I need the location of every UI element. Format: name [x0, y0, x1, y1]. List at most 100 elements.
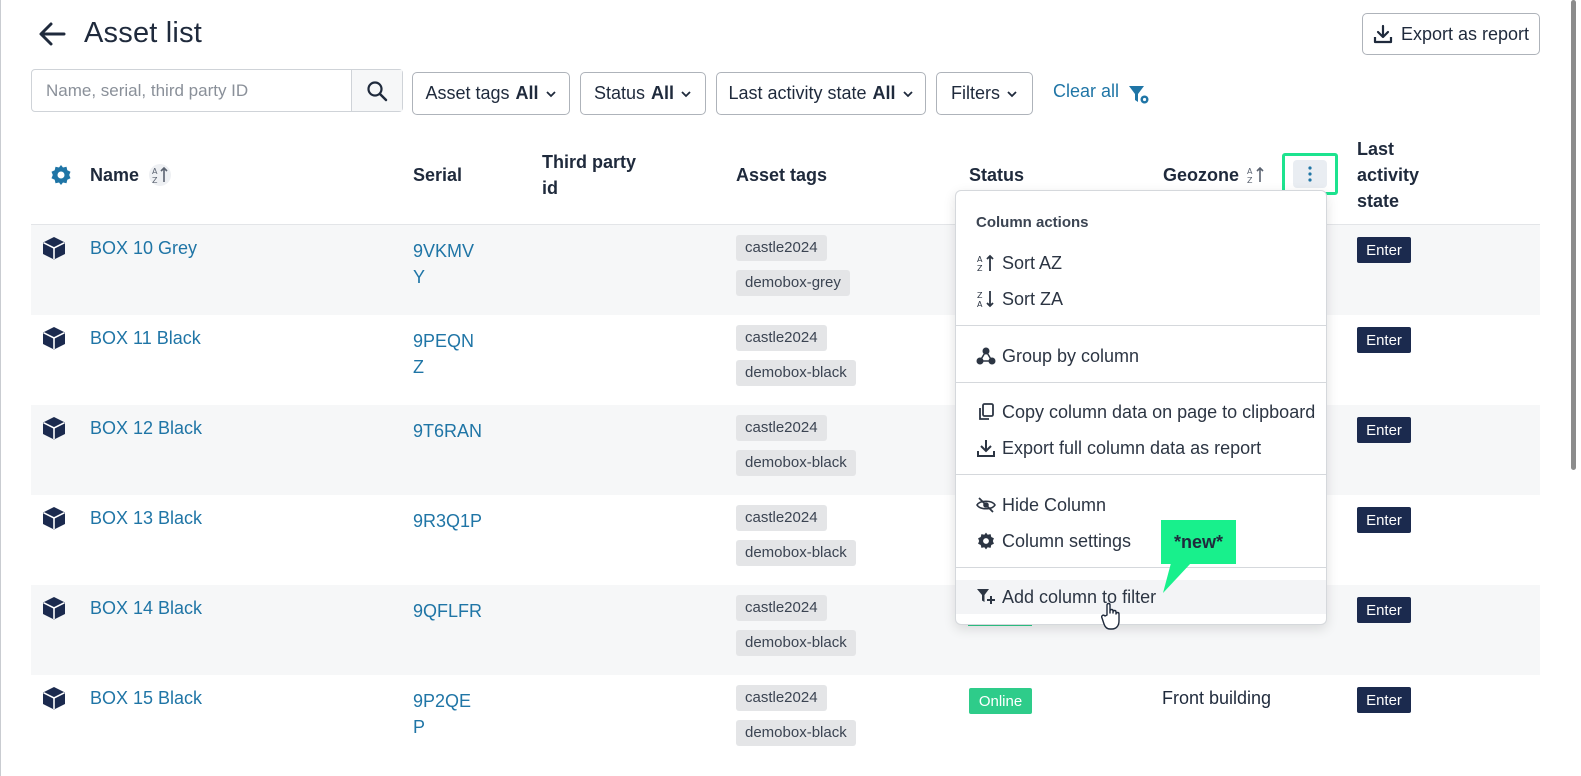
box-asset-icon [43, 687, 65, 710]
kebab-menu-icon [1308, 166, 1312, 182]
chevron-down-icon [545, 90, 556, 97]
column-header-name[interactable]: Name [90, 162, 139, 188]
gear-icon [978, 532, 994, 550]
asset-name-link[interactable]: BOX 15 Black [90, 688, 202, 709]
sort-az-icon: A Z [977, 254, 994, 273]
copy-column-menu-item[interactable]: Copy column data on page to clipboard [976, 398, 1315, 426]
export-report-button[interactable]: Export as report [1362, 13, 1540, 55]
asset-tag: castle2024 [736, 595, 827, 621]
svg-text:A: A [977, 255, 983, 264]
asset-name-link[interactable]: BOX 12 Black [90, 418, 202, 439]
last-activity-filter[interactable]: Last activity state All [716, 72, 926, 115]
search-input[interactable] [32, 70, 351, 111]
status-filter-label: Status [593, 83, 645, 103]
column-menu-button[interactable] [1282, 153, 1338, 195]
column-actions-heading: Column actions [976, 214, 1089, 231]
box-asset-icon [43, 417, 65, 440]
asset-tag: castle2024 [736, 505, 827, 531]
asset-name-link[interactable]: BOX 14 Black [90, 598, 202, 619]
menu-divider [956, 567, 1326, 568]
sort-za-menu-item[interactable]: Z A Sort ZA [976, 285, 1063, 313]
sort-za-icon: Z A [977, 291, 994, 309]
column-header-status[interactable]: Status [969, 162, 1024, 188]
column-header-third-party-id[interactable]: Third party id [542, 149, 636, 201]
copy-column-label: Copy column data on page to clipboard [1002, 401, 1316, 422]
enter-button[interactable]: Enter [1357, 327, 1411, 353]
vertical-scrollbar[interactable] [1567, 0, 1581, 776]
asset-serial[interactable]: 9VKMVY [413, 238, 483, 290]
enter-button[interactable]: Enter [1357, 597, 1411, 623]
asset-tag: castle2024 [736, 415, 827, 441]
hide-column-menu-item[interactable]: Hide Column [976, 491, 1106, 519]
menu-divider [956, 474, 1326, 475]
add-to-filter-label: Add column to filter [1002, 586, 1157, 607]
column-header-serial[interactable]: Serial [413, 162, 462, 188]
group-by-menu-item[interactable]: Group by column [976, 342, 1139, 370]
filter-settings-icon[interactable] [1127, 83, 1151, 107]
new-feature-callout: *new* [1161, 520, 1236, 564]
menu-divider [956, 325, 1326, 326]
last-activity-filter-value: All [872, 83, 896, 103]
box-asset-icon [43, 507, 65, 530]
search-button[interactable] [351, 70, 402, 111]
asset-tags-filter[interactable]: Asset tags All [412, 72, 570, 115]
table-row[interactable]: BOX 15 Black 9P2QEP castle2024 demobox-b… [31, 675, 1540, 765]
asset-tag: castle2024 [736, 325, 827, 351]
column-header-last-activity-line1: Last [1357, 139, 1395, 159]
more-filters-button[interactable]: Filters [936, 72, 1033, 115]
back-arrow-icon[interactable] [36, 19, 68, 49]
box-asset-icon [43, 327, 65, 350]
geozone-value: Front building [1162, 688, 1272, 708]
asset-serial[interactable]: 9R3Q1P [413, 508, 483, 534]
enter-button[interactable]: Enter [1357, 237, 1411, 263]
asset-serial[interactable]: 9P2QEP [413, 688, 483, 740]
asset-name-link[interactable]: BOX 13 Black [90, 508, 202, 529]
export-column-menu-item[interactable]: Export full column data as report [976, 434, 1261, 462]
callout-pointer [1163, 563, 1191, 593]
asset-tag: demobox-black [736, 450, 856, 476]
box-asset-icon [43, 237, 65, 260]
asset-serial[interactable]: 9PEQNZ [413, 328, 483, 380]
chevron-down-icon [902, 90, 913, 97]
asset-serial[interactable]: 9T6RAN [413, 418, 483, 444]
more-filters-label: Filters [951, 83, 1000, 103]
column-settings-menu-item[interactable]: Column settings [976, 527, 1131, 555]
status-filter[interactable]: Status All [580, 72, 706, 115]
column-header-third-party-line2: id [542, 178, 558, 198]
asset-tag: castle2024 [736, 235, 827, 261]
status-filter-value: All [651, 83, 675, 103]
export-column-label: Export full column data as report [1002, 437, 1262, 458]
svg-text:Z: Z [977, 264, 983, 273]
column-settings-gear-icon[interactable] [49, 163, 73, 187]
enter-button[interactable]: Enter [1357, 417, 1411, 443]
copy-icon [979, 403, 994, 420]
asset-tag: demobox-black [736, 720, 856, 746]
sort-az-icon[interactable]: A Z [148, 163, 172, 187]
status-badge: Online [969, 688, 1032, 714]
column-header-asset-tags[interactable]: Asset tags [736, 162, 827, 188]
sort-az-menu-item[interactable]: A Z Sort AZ [976, 249, 1062, 277]
sort-az-icon[interactable]: A Z [1244, 163, 1268, 187]
scrollbar-thumb[interactable] [1571, 0, 1576, 470]
clear-all-link[interactable]: Clear all [1053, 81, 1119, 102]
asset-name-link[interactable]: BOX 10 Grey [90, 238, 197, 259]
window-left-border [0, 0, 1, 776]
asset-tag: castle2024 [736, 685, 827, 711]
svg-text:A: A [977, 300, 983, 309]
enter-button[interactable]: Enter [1357, 687, 1411, 713]
column-header-last-activity-state[interactable]: Last activity state [1357, 136, 1419, 214]
hide-column-label: Hide Column [1002, 494, 1107, 515]
asset-name-link[interactable]: BOX 11 Black [90, 328, 201, 349]
download-icon [977, 440, 995, 457]
asset-tag: demobox-black [736, 360, 856, 386]
sort-az-label: Sort AZ [1002, 252, 1063, 273]
add-to-filter-menu-item[interactable]: Add column to filter [976, 583, 1156, 611]
column-header-geozone[interactable]: Geozone [1163, 162, 1239, 188]
search-box [31, 69, 403, 112]
column-header-last-activity-line3: state [1357, 191, 1400, 211]
svg-text:Z: Z [152, 176, 158, 185]
asset-serial[interactable]: 9QFLFR [413, 598, 483, 624]
enter-button[interactable]: Enter [1357, 507, 1411, 533]
export-report-label: Export as report [1400, 23, 1530, 44]
filter-add-icon [977, 589, 995, 604]
